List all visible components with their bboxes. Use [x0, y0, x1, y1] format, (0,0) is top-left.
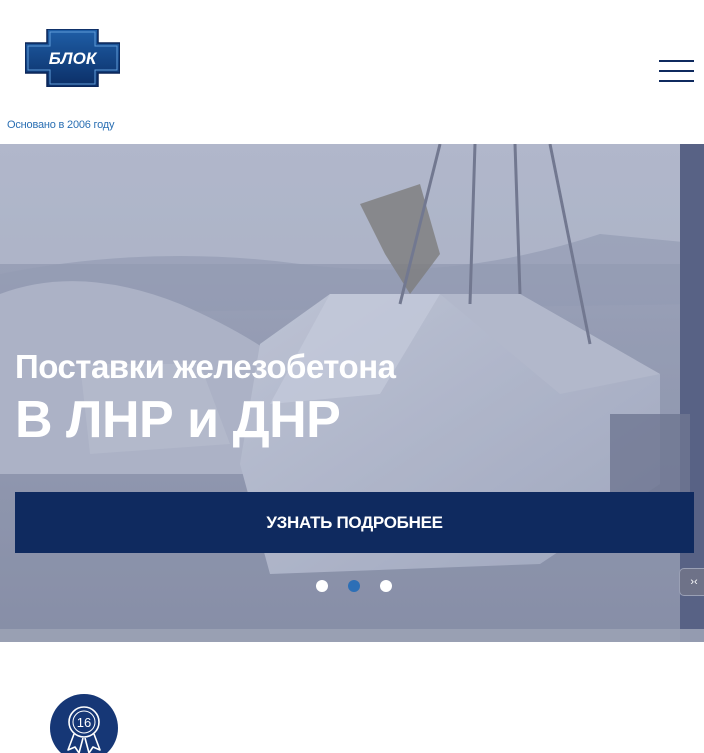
hero-subtitle: Поставки железобетона [15, 348, 396, 385]
company-tagline: Основано в 2006 году [7, 119, 115, 131]
logo-icon: БЛОК [24, 28, 121, 88]
learn-more-button[interactable]: УЗНАТЬ ПОДРОБНЕЕ [15, 492, 694, 553]
logo-text: БЛОК [49, 49, 98, 68]
site-header: БЛОК Основано в 2006 году [0, 0, 704, 144]
hero-slider: Поставки железобетона В ЛНР и ДНР УЗНАТЬ… [0, 144, 704, 642]
hero-title: В ЛНР и ДНР [15, 391, 341, 449]
badge-number: 16 [77, 715, 91, 730]
chat-widget-icon[interactable]: ›‹ [679, 568, 704, 596]
slider-dot-3[interactable] [380, 580, 392, 592]
hamburger-menu-icon[interactable] [659, 58, 694, 84]
logo[interactable]: БЛОК [24, 28, 121, 88]
award-ribbon-icon: 16 [67, 706, 101, 753]
experience-badge: 16 [50, 694, 118, 753]
slider-pagination [316, 580, 392, 592]
slider-dot-2[interactable] [348, 580, 360, 592]
slider-dot-1[interactable] [316, 580, 328, 592]
